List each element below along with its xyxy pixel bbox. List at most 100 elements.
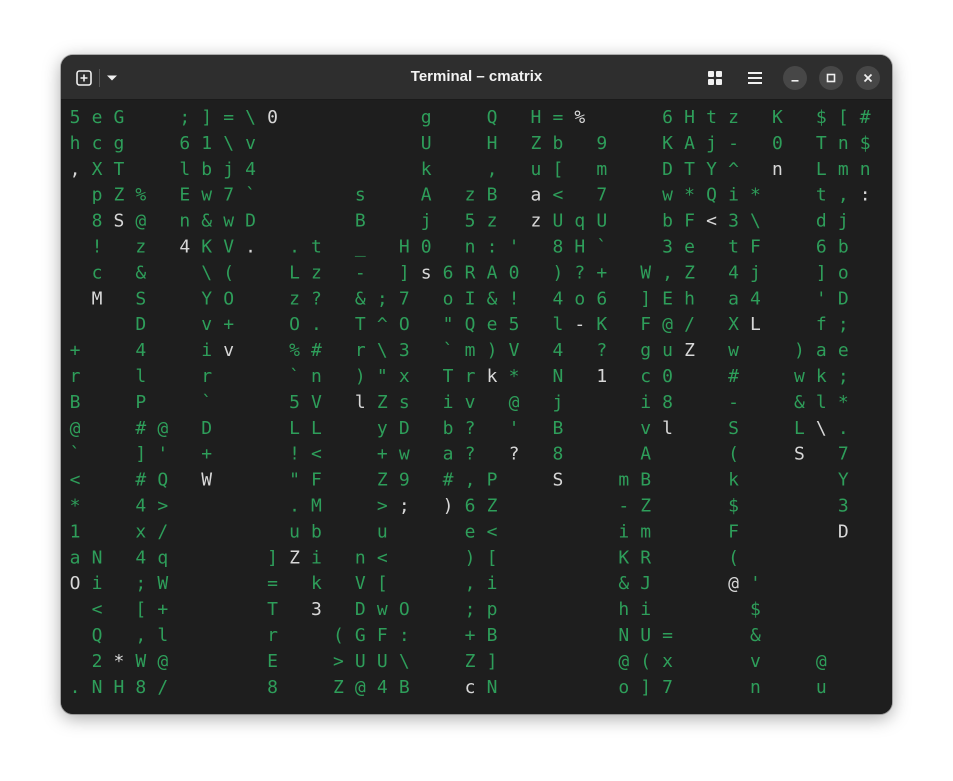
matrix-char: B: [640, 470, 651, 491]
matrix-char: $: [816, 107, 827, 128]
matrix-char: h: [618, 599, 629, 620]
matrix-char: ^: [728, 159, 739, 180]
matrix-char: ': [750, 573, 761, 594]
matrix-char: Z: [465, 651, 476, 672]
matrix-char: 4: [377, 677, 388, 698]
matrix-char: =: [267, 573, 278, 594]
matrix-char: e: [92, 107, 103, 128]
matrix-char: _: [355, 237, 366, 258]
matrix-char: 3: [662, 237, 673, 258]
matrix-char: D: [399, 418, 410, 439]
new-tab-icon: [76, 70, 92, 86]
matrix-char: -: [728, 133, 739, 154]
matrix-char: L: [289, 262, 300, 283]
matrix-char: `: [201, 392, 212, 413]
matrix-char: D: [838, 288, 849, 309]
matrix-char: \: [201, 262, 212, 283]
matrix-char: o: [443, 288, 454, 309]
matrix-char: ": [377, 366, 388, 387]
matrix-char: x: [399, 366, 410, 387]
tab-overview-button[interactable]: [703, 66, 727, 90]
matrix-char: u: [530, 159, 541, 180]
matrix-rain: 5 e G;] = \ 0 g Q H =% 6 Ht z K $[#h c g 6 1 \ v U H Zb 9 K Aj -0 Tn…: [70, 107, 871, 698]
matrix-char: u: [289, 521, 300, 542]
matrix-char: .: [245, 237, 256, 258]
matrix-char: 6: [816, 237, 827, 258]
matrix-char: y: [377, 418, 388, 439]
matrix-char: r: [465, 366, 476, 387]
maximize-button[interactable]: [819, 66, 843, 90]
matrix-char: h: [70, 133, 81, 154]
matrix-char: w: [223, 211, 234, 232]
matrix-char: w: [399, 444, 410, 465]
grid-icon: [708, 71, 722, 85]
matrix-char: @: [816, 651, 827, 672]
matrix-char: ?: [509, 444, 520, 465]
matrix-char: (: [223, 262, 234, 283]
matrix-char: Z: [333, 677, 344, 698]
matrix-char: n: [750, 677, 761, 698]
matrix-char: Z: [289, 547, 300, 568]
matrix-char: w: [201, 185, 212, 206]
matrix-char: 1: [70, 521, 81, 542]
matrix-char: D: [201, 418, 212, 439]
matrix-char: Z: [487, 496, 498, 517]
terminal-view[interactable]: 5 e G;] = \ 0 g Q H =% 6 Ht z K $[# h c g 6 1 \ v U H Zb 9 K Aj -0 Tn…: [61, 100, 892, 714]
new-tab-button[interactable]: [72, 66, 96, 90]
matrix-char: 4: [135, 340, 146, 361]
matrix-char: a: [70, 547, 81, 568]
matrix-char: /: [157, 677, 168, 698]
matrix-char: &: [750, 625, 761, 646]
matrix-char: S: [728, 418, 739, 439]
matrix-char: e: [684, 237, 695, 258]
main-menu-button[interactable]: [743, 66, 767, 90]
matrix-char: R: [640, 547, 651, 568]
matrix-char: ': [509, 418, 520, 439]
matrix-char: U: [640, 625, 651, 646]
matrix-char: %: [135, 185, 146, 206]
matrix-char: H: [399, 237, 410, 258]
matrix-char: Q: [92, 625, 103, 646]
matrix-char: +: [70, 340, 81, 361]
matrix-char: U: [355, 651, 366, 672]
matrix-char: v: [640, 418, 651, 439]
minimize-icon: [791, 80, 799, 82]
matrix-char: X: [728, 314, 739, 335]
matrix-char: -: [574, 314, 585, 335]
matrix-char: v: [201, 314, 212, 335]
matrix-char: c: [92, 262, 103, 283]
matrix-char: 4: [552, 288, 563, 309]
matrix-char: l: [157, 625, 168, 646]
tab-menu-button[interactable]: [101, 66, 123, 90]
matrix-char: *: [684, 185, 695, 206]
matrix-char: r: [267, 625, 278, 646]
matrix-char: Z: [684, 262, 695, 283]
matrix-char: D: [355, 599, 366, 620]
matrix-char: m: [640, 521, 651, 542]
matrix-char: *: [838, 392, 849, 413]
matrix-char: 4: [728, 262, 739, 283]
matrix-char: 0: [772, 133, 783, 154]
matrix-char: \: [816, 418, 827, 439]
matrix-char: s: [399, 392, 410, 413]
matrix-char: ': [157, 444, 168, 465]
matrix-char: N: [92, 677, 103, 698]
matrix-char: z: [311, 262, 322, 283]
matrix-char: @: [135, 211, 146, 232]
matrix-char: >: [157, 496, 168, 517]
matrix-char: +: [377, 444, 388, 465]
matrix-char: ?: [311, 288, 322, 309]
matrix-char: #: [311, 340, 322, 361]
matrix-char: -: [355, 262, 366, 283]
matrix-char: Q: [157, 470, 168, 491]
close-button[interactable]: [856, 66, 880, 90]
matrix-char: -: [618, 496, 629, 517]
matrix-char: ?: [465, 444, 476, 465]
minimize-button[interactable]: [783, 66, 807, 90]
matrix-char: ;: [838, 314, 849, 335]
matrix-char: ?: [465, 418, 476, 439]
matrix-char: P: [487, 470, 498, 491]
matrix-char: 4: [245, 159, 256, 180]
matrix-char: 8: [135, 677, 146, 698]
matrix-char: O: [289, 314, 300, 335]
